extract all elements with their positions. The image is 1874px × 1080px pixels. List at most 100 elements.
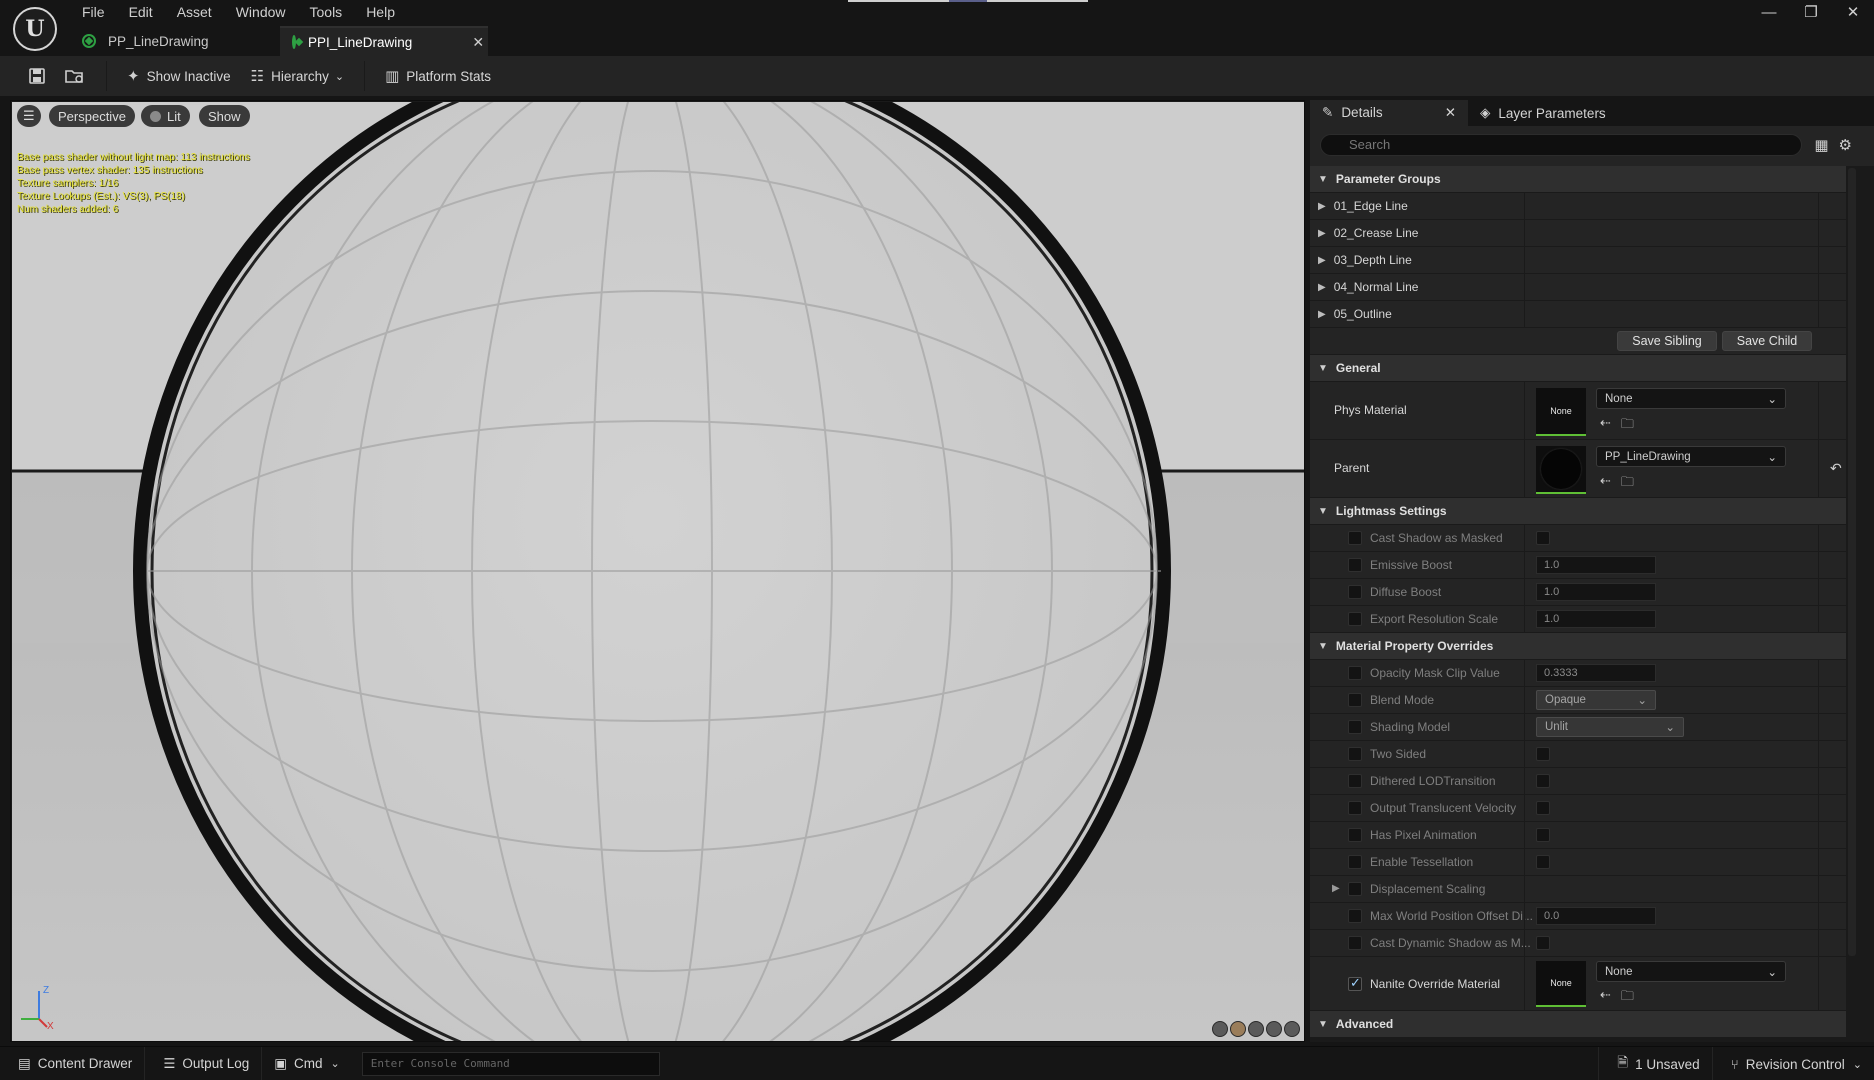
viewport-options-button[interactable]: ☰ [17,105,41,127]
override-checkbox[interactable] [1348,855,1362,869]
category-advanced[interactable]: ▼ Advanced [1310,1011,1846,1038]
gear-icon[interactable]: ⚙ [1839,136,1852,154]
override-checkbox[interactable] [1348,720,1362,734]
restore-icon[interactable]: ❐ [1790,0,1832,24]
use-selected-icon[interactable]: ⇠ [1600,473,1611,495]
save-child-button[interactable]: Save Child [1722,331,1812,351]
hierarchy-dropdown[interactable]: ☷ Hierarchy ⌄ [241,61,354,91]
console-command-input[interactable]: Enter Console Command [361,1051,660,1076]
menu-tools[interactable]: Tools [298,4,355,20]
tab-layer-parameters[interactable]: ◈ Layer Parameters [1468,100,1618,126]
value-checkbox[interactable] [1536,801,1550,815]
cube-mesh-icon[interactable] [1266,1021,1282,1037]
override-checkbox[interactable] [1348,909,1362,923]
override-checkbox[interactable] [1348,936,1362,950]
cmd-dropdown[interactable]: ▣ Cmd ⌄ [262,1047,352,1080]
reset-to-default-icon[interactable]: ↶ [1830,460,1842,477]
sphere-mesh-icon[interactable] [1230,1021,1246,1037]
tab-details[interactable]: ✎ Details ✕ [1310,100,1468,126]
close-window-icon[interactable]: ✕ [1832,0,1874,24]
value-checkbox[interactable] [1536,828,1550,842]
parent-thumbnail[interactable] [1536,446,1586,494]
phys-material-thumbnail[interactable]: None [1536,388,1586,436]
phys-material-label: Phys Material [1334,403,1407,417]
save-icon[interactable] [20,61,54,91]
category-parameter-groups[interactable]: ▼ Parameter Groups [1310,166,1846,193]
use-selected-icon[interactable]: ⇠ [1600,415,1611,437]
close-tab-icon[interactable]: ✕ [472,34,484,51]
menu-asset[interactable]: Asset [165,4,224,20]
group-depth-line[interactable]: ▶ 03_Depth Line [1310,247,1846,274]
content-drawer-button[interactable]: ▤ Content Drawer [0,1046,146,1080]
override-checkbox[interactable] [1348,828,1362,842]
close-icon[interactable]: ✕ [1445,105,1456,121]
value-checkbox[interactable] [1536,531,1550,545]
category-material-property-overrides[interactable]: ▼ Material Property Overrides [1310,633,1846,660]
vertical-scrollbar[interactable] [1848,168,1856,956]
revision-control-button[interactable]: ⑂ Revision Control ⌄ [1713,1047,1874,1080]
override-checkbox[interactable] [1348,531,1362,545]
opacity-mask-input[interactable]: 0.3333 [1536,664,1656,682]
platform-stats-button[interactable]: ▥ Platform Stats [375,61,501,91]
minimize-icon[interactable]: — [1748,0,1790,24]
expand-arrow-icon[interactable]: ▶ [1332,883,1340,894]
phys-material-dropdown[interactable]: None ⌄ [1596,388,1786,409]
output-log-button[interactable]: ☰ Output Log [145,1046,263,1080]
menu-file[interactable]: File [70,4,117,20]
table-view-icon[interactable]: ▦ [1814,136,1828,154]
revision-control-label: Revision Control [1745,1056,1845,1072]
override-checkbox[interactable] [1348,774,1362,788]
cylinder-mesh-icon[interactable] [1212,1021,1228,1037]
override-checkbox[interactable] [1348,801,1362,815]
override-checkbox[interactable] [1348,882,1362,896]
menu-help[interactable]: Help [354,4,407,20]
group-crease-line[interactable]: ▶ 02_Crease Line [1310,220,1846,247]
browse-icon[interactable]: 🗀 [1621,473,1634,495]
unreal-logo-icon[interactable]: U [13,7,57,51]
override-checkbox[interactable] [1348,693,1362,707]
tab-ppi-linedrawing[interactable]: PPI_LineDrawing ✕ [280,26,488,56]
category-lightmass-settings[interactable]: ▼ Lightmass Settings [1310,498,1846,525]
value-checkbox[interactable] [1536,774,1550,788]
group-edge-line[interactable]: ▶ 01_Edge Line [1310,193,1846,220]
browse-folder-icon[interactable] [58,61,92,91]
nanite-material-thumbnail[interactable]: None [1536,961,1586,1007]
diffuse-boost-input[interactable]: 1.0 [1536,583,1656,601]
tab-pp-linedrawing[interactable]: PP_LineDrawing [70,26,280,56]
teapot-mesh-icon[interactable] [1284,1021,1300,1037]
override-checkbox[interactable] [1348,558,1362,572]
lit-button[interactable]: Lit [141,105,190,127]
show-button[interactable]: Show [199,105,250,127]
category-general[interactable]: ▼ General [1310,355,1846,382]
browse-icon[interactable]: 🗀 [1621,987,1634,1009]
nanite-override-checkbox[interactable] [1348,975,1362,991]
menu-edit[interactable]: Edit [117,4,165,20]
plane-mesh-icon[interactable] [1248,1021,1264,1037]
blend-mode-dropdown[interactable]: Opaque ⌄ [1536,690,1656,710]
menu-window[interactable]: Window [224,4,298,20]
max-wpo-input[interactable]: 0.0 [1536,907,1656,925]
override-checkbox[interactable] [1348,666,1362,680]
value-checkbox[interactable] [1536,936,1550,950]
save-sibling-button[interactable]: Save Sibling [1617,331,1717,351]
nanite-material-dropdown[interactable]: None ⌄ [1596,961,1786,982]
export-resolution-input[interactable]: 1.0 [1536,610,1656,628]
value-checkbox[interactable] [1536,747,1550,761]
override-checkbox[interactable] [1348,747,1362,761]
group-normal-line[interactable]: ▶ 04_Normal Line [1310,274,1846,301]
parent-dropdown[interactable]: PP_LineDrawing ⌄ [1596,446,1786,467]
preview-viewport[interactable]: ☰ Perspective Lit Show Base pass shader … [10,100,1305,1042]
override-checkbox[interactable] [1348,612,1362,626]
override-checkbox[interactable] [1348,585,1362,599]
pixel-animation-row: Has Pixel Animation [1310,822,1846,849]
unsaved-button[interactable]: 🗎 1 Unsaved [1598,1047,1713,1080]
emissive-boost-input[interactable]: 1.0 [1536,556,1656,574]
browse-icon[interactable]: 🗀 [1621,415,1634,437]
perspective-button[interactable]: Perspective [49,105,135,127]
use-selected-icon[interactable]: ⇠ [1600,987,1611,1009]
value-checkbox[interactable] [1536,855,1550,869]
shading-model-dropdown[interactable]: Unlit ⌄ [1536,717,1684,737]
show-inactive-button[interactable]: ✦ Show Inactive [117,61,241,91]
group-outline[interactable]: ▶ 05_Outline [1310,301,1846,328]
search-input[interactable]: Search [1320,134,1802,156]
